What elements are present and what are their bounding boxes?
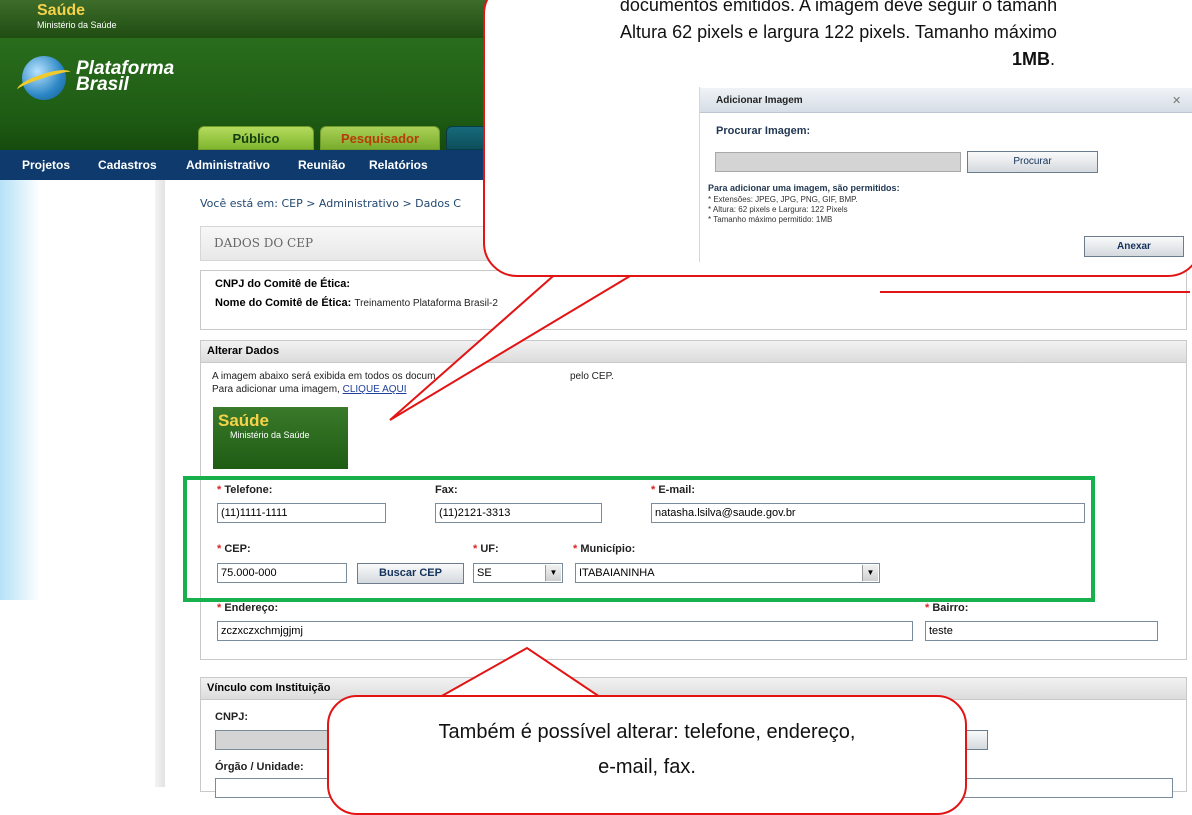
callout-top-line2: Altura 62 pixels e largura 122 pixels. T… <box>620 22 1057 42</box>
procurar-button[interactable]: Procurar <box>967 151 1098 173</box>
close-icon[interactable]: ✕ <box>1172 94 1181 107</box>
bottom-callout-pointer <box>436 646 604 698</box>
rule-extensions: * Extensões: JPEG, JPG, PNG, GIF, BMP. <box>708 195 858 204</box>
callout-bottom-line1: Também é possível alterar: telefone, end… <box>438 721 856 743</box>
callout-top-line1: documentos emitidos. A imagem deve segui… <box>619 0 1058 15</box>
rules-title: Para adicionar uma imagem, são permitido… <box>708 183 900 193</box>
callout-top-line3: 1MB. <box>1011 49 1056 69</box>
top-callout-pointer <box>389 269 644 421</box>
rule-max-size: * Tamanho máximo permitido: 1MB <box>708 215 833 224</box>
callout-bottom-line2: e-mail, fax. <box>598 756 696 778</box>
anexar-button[interactable]: Anexar <box>1084 236 1184 257</box>
image-info-callout-text: documentos emitidos. A imagem deve segui… <box>485 0 1192 73</box>
edit-info-callout-text: Também é possível alterar: telefone, end… <box>327 715 967 785</box>
rule-dimensions: * Altura: 62 pixels e Largura: 122 Pixel… <box>708 205 848 214</box>
procurar-imagem-label: Procurar Imagem: <box>716 125 811 137</box>
file-path-input[interactable] <box>715 152 961 172</box>
dialog-title: Adicionar Imagem <box>716 95 803 106</box>
